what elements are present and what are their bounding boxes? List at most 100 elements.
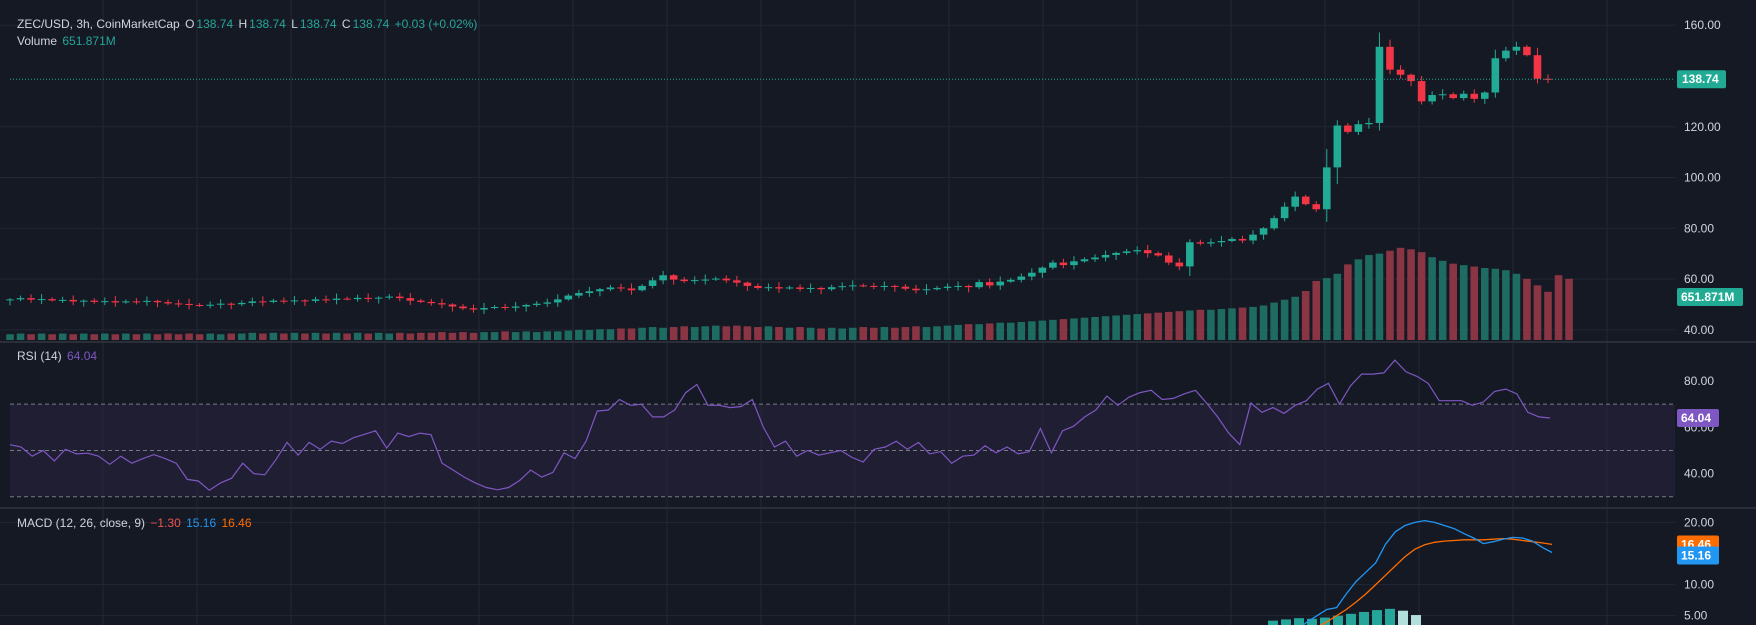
candle[interactable] [891,285,899,287]
volume-bar[interactable] [564,330,573,340]
volume-bar[interactable] [1164,311,1173,340]
candle[interactable] [90,300,99,302]
volume-bar[interactable] [996,322,1005,340]
candle[interactable] [1154,253,1163,256]
candle[interactable] [764,287,773,289]
volume-bar[interactable] [838,328,846,340]
candle[interactable] [69,299,77,302]
volume-bar[interactable] [195,334,204,340]
macd-histogram-bar[interactable] [1372,610,1382,625]
candle[interactable] [701,279,710,281]
candle[interactable] [943,286,952,288]
candle[interactable] [448,304,457,307]
volume-bar[interactable] [1322,278,1331,340]
candle[interactable] [596,289,604,292]
candle[interactable] [1270,218,1278,229]
chart-canvas[interactable]: 160.00 120.00 100.00 80.00 60.00 40.00 138.74 6… [0,0,1756,625]
candle[interactable] [1228,238,1236,241]
candle[interactable] [237,302,246,305]
volume-bar[interactable] [627,328,636,340]
candle[interactable] [1354,124,1363,132]
volume-bar[interactable] [764,326,773,340]
volume-bar[interactable] [58,333,67,340]
candle[interactable] [427,301,436,304]
candle[interactable] [912,288,920,291]
candle[interactable] [785,287,794,289]
candle[interactable] [1312,204,1321,210]
candle[interactable] [806,287,815,289]
volume-bar[interactable] [37,333,46,340]
candle[interactable] [216,303,225,305]
candle[interactable] [522,304,530,307]
volume-bar[interactable] [596,329,604,340]
volume-bar[interactable] [1207,309,1215,340]
volume-bar[interactable] [248,332,257,340]
volume-bar[interactable] [1344,264,1352,340]
volume-bar[interactable] [290,332,299,340]
volume-bar[interactable] [817,328,825,340]
volume-bar[interactable] [1080,317,1089,340]
candle[interactable] [480,308,488,310]
candle[interactable] [922,289,931,291]
candle[interactable] [1101,254,1110,258]
volume-bar[interactable] [353,332,362,340]
candle[interactable] [964,285,973,288]
volume-bar[interactable] [1301,291,1310,340]
candle[interactable] [1322,167,1331,210]
volume-bar[interactable] [617,328,625,340]
volume-bar[interactable] [1143,313,1152,340]
volume-bar[interactable] [417,332,425,340]
volume-bar[interactable] [280,333,288,340]
volume-bar[interactable] [385,333,394,340]
volume-bar[interactable] [827,327,836,340]
volume-bar[interactable] [79,333,88,340]
candle[interactable] [669,275,678,280]
volume-bar[interactable] [459,332,467,340]
volume-bar[interactable] [1333,273,1342,340]
candle[interactable] [733,280,741,283]
volume-bar[interactable] [332,332,341,340]
volume-bar[interactable] [722,326,731,340]
volume-bar[interactable] [985,323,994,340]
candle[interactable] [648,280,657,286]
candle[interactable] [659,275,667,281]
candle[interactable] [1449,94,1457,99]
volume-bar[interactable] [1481,268,1489,340]
candle[interactable] [933,287,941,290]
volume-bar[interactable] [1565,278,1573,340]
macd-label[interactable]: MACD (12, 26, close, 9) [17,516,145,530]
volume-bar[interactable] [891,327,899,340]
candle[interactable] [1291,196,1299,207]
candle[interactable] [48,299,56,301]
candle[interactable] [153,300,162,303]
candle[interactable] [1512,46,1521,51]
volume-bar[interactable] [1196,309,1205,340]
candle[interactable] [1217,241,1226,243]
volume-bar[interactable] [870,327,878,340]
volume-bar[interactable] [859,327,868,340]
candle[interactable] [1207,242,1215,244]
volume-bar[interactable] [733,325,741,340]
volume-bar[interactable] [1291,296,1299,340]
volume-bar[interactable] [1396,247,1405,340]
volume-bar[interactable] [943,325,952,340]
candle[interactable] [627,288,636,291]
candle[interactable] [1112,252,1120,255]
candle[interactable] [385,296,394,298]
volume-bar[interactable] [322,333,330,340]
candle[interactable] [1080,259,1089,262]
volume-bar[interactable] [954,324,962,340]
volume-bar[interactable] [743,326,752,340]
volume-bar[interactable] [1122,314,1131,340]
candle[interactable] [1481,92,1489,99]
candle[interactable] [1038,267,1047,273]
candle[interactable] [754,285,762,288]
volume-bar[interactable] [406,333,415,340]
volume-label[interactable]: Volume [17,34,57,48]
candle[interactable] [58,299,67,301]
candle[interactable] [1175,262,1184,267]
volume-bar[interactable] [1502,270,1510,340]
volume-bar[interactable] [153,334,162,340]
candle[interactable] [543,302,552,304]
candle[interactable] [1017,276,1026,280]
